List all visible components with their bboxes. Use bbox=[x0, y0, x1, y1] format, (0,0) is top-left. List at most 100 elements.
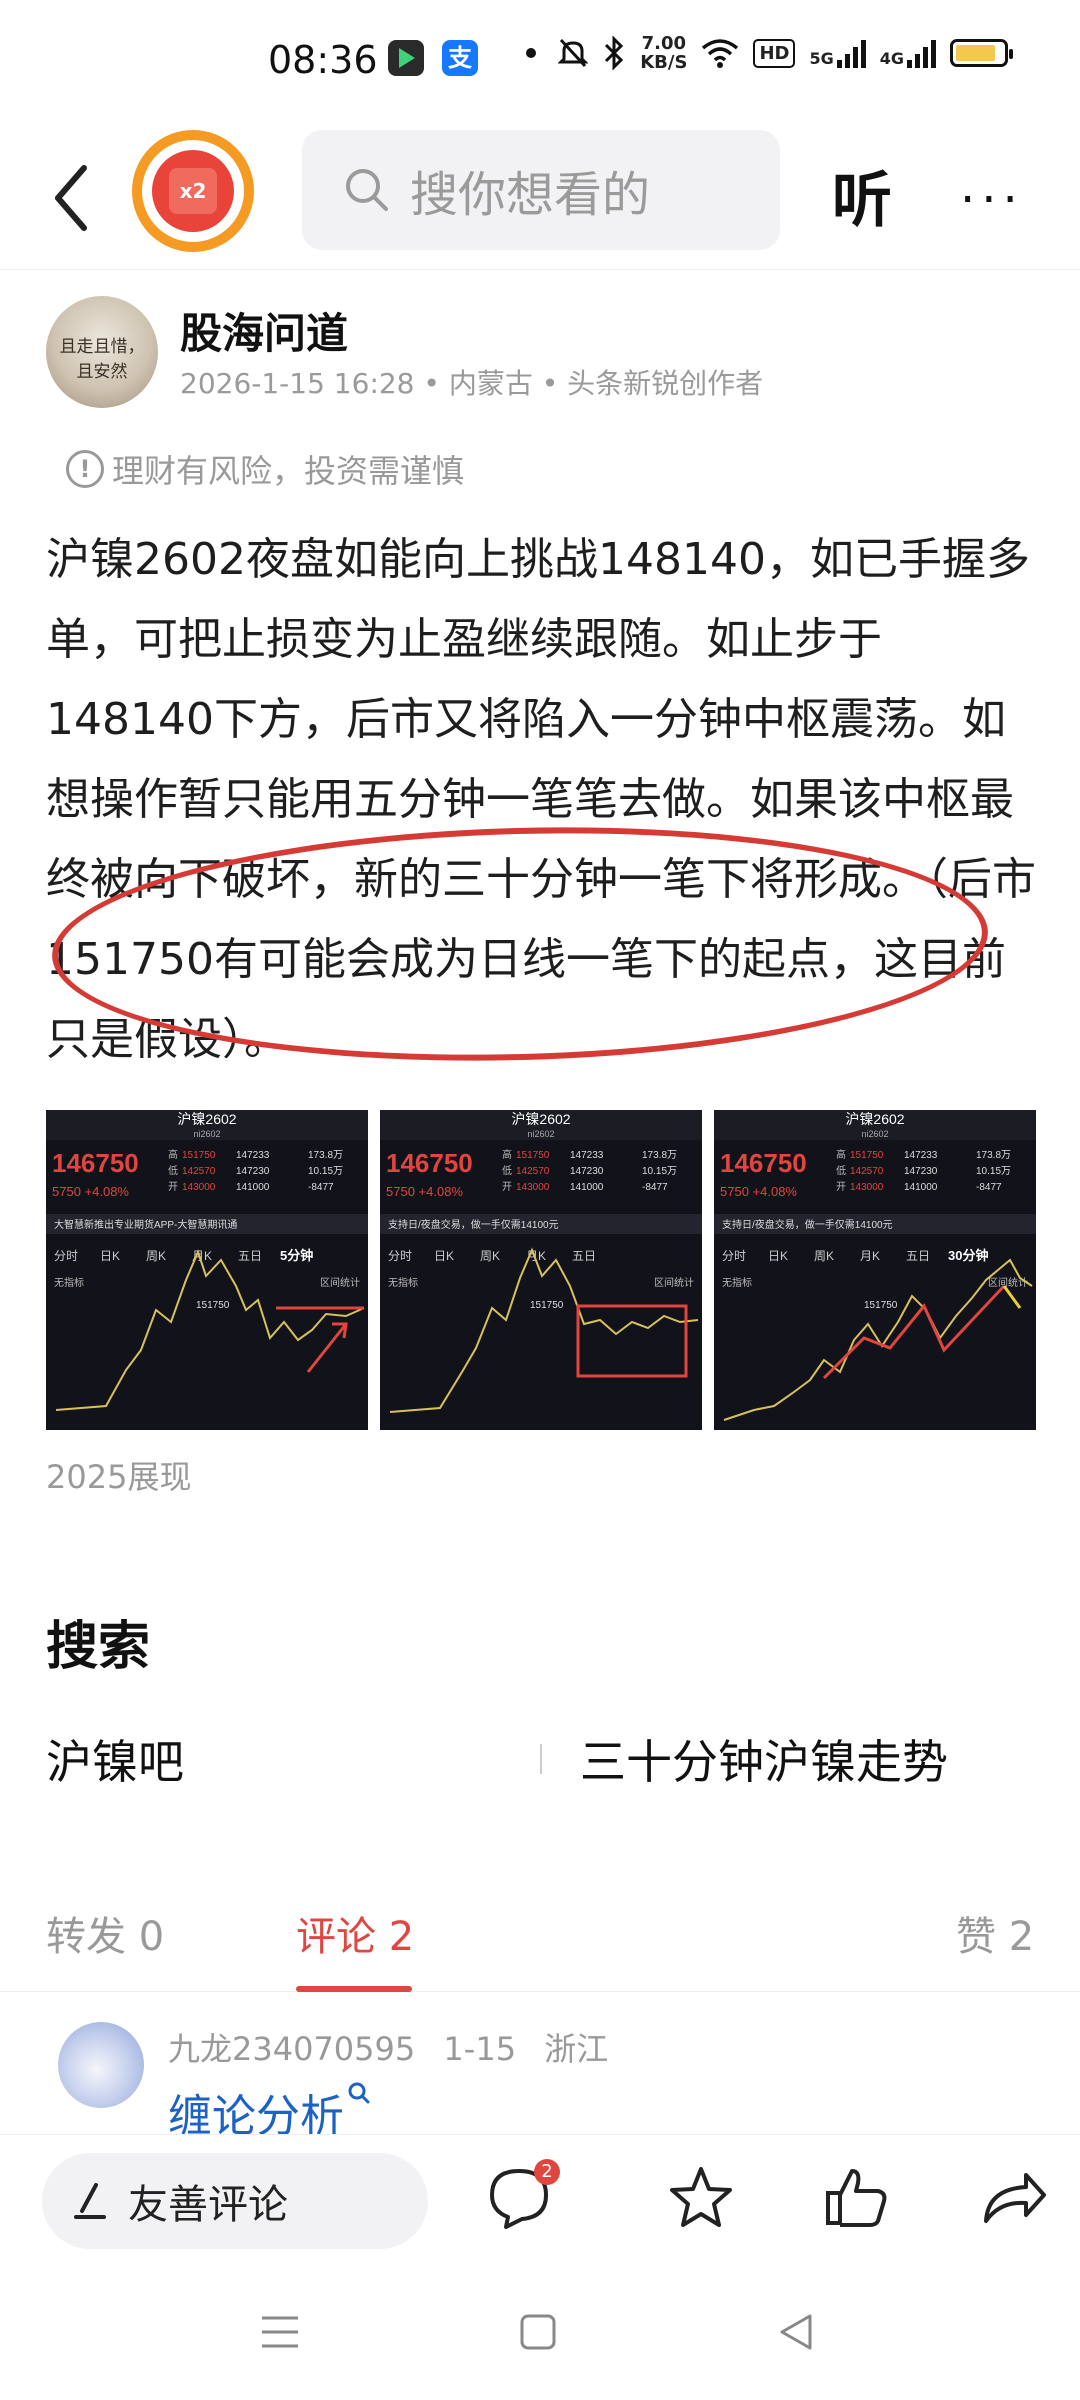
chart-stat-label: 低 bbox=[168, 1164, 178, 1177]
signal-4g-label: 4G bbox=[879, 49, 904, 68]
search-placeholder: 搜你想看的 bbox=[410, 167, 651, 223]
chart-price-line bbox=[55, 1249, 365, 1411]
signal-4g-icon: 4G bbox=[880, 38, 936, 68]
chart-change: 5750 +4.08% bbox=[720, 1184, 797, 1199]
chart-thumbnail[interactable]: 沪镍2602 ni2602 146750 5750 +4.08% 高 151750 1472… bbox=[46, 1110, 368, 1430]
active-tab-indicator bbox=[296, 1986, 412, 1992]
hd-icon: HD bbox=[753, 38, 796, 68]
related-search-link[interactable]: 三十分钟沪镍走势 bbox=[580, 1726, 948, 1792]
chart-symbol-title: 沪镍2602 bbox=[177, 1111, 236, 1127]
network-speed-unit: KB/S bbox=[640, 52, 688, 73]
reward-coin-button[interactable]: x2 bbox=[132, 130, 254, 252]
chart-period-tab: 周K bbox=[814, 1249, 834, 1263]
share-arrow-icon[interactable] bbox=[978, 2163, 1048, 2233]
menu-icon[interactable] bbox=[258, 2312, 302, 2352]
comment-count-badge: 2 bbox=[534, 2159, 560, 2185]
comment-input-placeholder: 友善评论 bbox=[128, 2182, 288, 2228]
chart-active-period: 30分钟 bbox=[948, 1248, 988, 1263]
related-search-title: 搜索 bbox=[46, 1617, 151, 1677]
chart-active-period: 5分钟 bbox=[280, 1248, 313, 1263]
signal-5g-label: 5G bbox=[809, 49, 834, 68]
chart-peak-label: 151750 bbox=[864, 1300, 898, 1311]
chart-stat-value: 143000 bbox=[182, 1182, 216, 1193]
chart-stats-label: 区间统计 bbox=[320, 1276, 360, 1289]
chart-stat-value: 147230 bbox=[904, 1166, 938, 1177]
multiplier-badge: x2 bbox=[169, 168, 217, 214]
chart-period-tab: 五日 bbox=[572, 1249, 596, 1263]
search-input[interactable]: 搜你想看的 bbox=[302, 130, 780, 250]
status-bar: 08:36 支 7.00 KB/S HD 5G 4G bbox=[0, 0, 1080, 130]
author-avatar[interactable]: 且走且惜，且安然 bbox=[46, 296, 158, 408]
chart-symbol-code: ni2602 bbox=[527, 1129, 554, 1139]
chart-period-tab: 分时 bbox=[54, 1249, 78, 1263]
image-caption: 2025展现 bbox=[46, 1458, 192, 1496]
chart-price-line bbox=[723, 1258, 1033, 1421]
system-nav-bar bbox=[0, 2270, 1080, 2400]
mute-bell-icon bbox=[558, 38, 589, 68]
tab-repost[interactable]: 转发 0 bbox=[46, 1904, 164, 1962]
back-icon[interactable] bbox=[776, 2312, 816, 2352]
chart-indicator-label: 无指标 bbox=[54, 1276, 84, 1289]
comment-date: 1-15 bbox=[443, 2030, 517, 2068]
network-speed: 7.00 KB/S bbox=[640, 34, 687, 72]
exclamation-icon: ! bbox=[66, 450, 104, 488]
tab-like[interactable]: 赞 2 bbox=[956, 1904, 1034, 1962]
chart-stat-value: 173.8万 bbox=[976, 1150, 1011, 1161]
chart-period-tab: 五日 bbox=[906, 1249, 930, 1263]
like-thumb-icon[interactable] bbox=[822, 2163, 892, 2233]
search-link-icon bbox=[348, 2082, 370, 2104]
chart-banner-text: 支持日/夜盘交易，做一手仅需14100元 bbox=[388, 1218, 559, 1231]
comment-region: 浙江 bbox=[544, 2030, 609, 2068]
chart-stat-value: -8477 bbox=[308, 1182, 334, 1193]
chart-period-tab: 分时 bbox=[722, 1249, 746, 1263]
more-options-button[interactable]: ··· bbox=[960, 172, 1024, 228]
chart-stat-label: 高 bbox=[168, 1148, 178, 1161]
stock-chart-screenshot: 沪镍2602 ni2602 146750 5750 +4.08% 高 151750 1472… bbox=[46, 1110, 368, 1411]
chart-thumbnail[interactable]: 沪镍2602 ni2602 146750 5750 +4.08% 高 151750 1472… bbox=[714, 1110, 1036, 1430]
video-app-icon bbox=[388, 40, 424, 76]
favorite-star-icon[interactable] bbox=[666, 2163, 736, 2233]
tab-comment[interactable]: 评论 2 bbox=[296, 1904, 414, 1962]
red-arrow-annotation bbox=[306, 1322, 348, 1373]
chart-stats-label: 区间统计 bbox=[988, 1276, 1028, 1289]
chart-stat-value: 147230 bbox=[236, 1166, 270, 1177]
home-icon[interactable] bbox=[518, 2312, 558, 2352]
notification-dot-icon bbox=[526, 48, 537, 58]
chart-stats-label: 区间统计 bbox=[654, 1276, 694, 1289]
chart-period-tab: 周K bbox=[480, 1249, 500, 1263]
network-speed-value: 7.00 bbox=[641, 33, 687, 54]
red-arrow-annotation bbox=[822, 1284, 1006, 1380]
search-icon bbox=[346, 169, 388, 211]
chart-stat-label: 开 bbox=[168, 1182, 178, 1193]
chart-thumbnail[interactable]: 沪镍2602 ni2602 146750 5750 +4.08% 高 151750 1472… bbox=[380, 1110, 702, 1430]
interaction-tabs: 转发 0 评论 2 赞 2 bbox=[0, 1880, 1080, 1992]
chart-stat-value: 143000 bbox=[850, 1182, 884, 1193]
chart-peak-label: 151750 bbox=[196, 1300, 230, 1311]
author-name[interactable]: 股海问道 bbox=[180, 300, 348, 361]
chart-symbol-code: ni2602 bbox=[861, 1129, 888, 1139]
listen-button[interactable]: 听 bbox=[832, 152, 892, 239]
stock-chart-screenshot: 沪镍2602 ni2602 146750 5750 +4.08% 高 151750 1472… bbox=[380, 1110, 702, 1413]
chart-stat-value: 141000 bbox=[236, 1182, 270, 1193]
chart-stat-value: 141000 bbox=[570, 1182, 604, 1193]
author-meta: 2026-1-15 16:28 • 内蒙古 • 头条新锐创作者 bbox=[180, 367, 764, 400]
chart-indicator-label: 无指标 bbox=[388, 1276, 418, 1289]
back-arrow-icon[interactable] bbox=[40, 158, 110, 238]
red-envelope-icon: x2 bbox=[152, 150, 234, 232]
chart-stat-value: 10.15万 bbox=[308, 1166, 343, 1177]
stock-chart-screenshot: 沪镍2602 ni2602 146750 5750 +4.08% 高 151750 1472… bbox=[714, 1110, 1036, 1421]
chart-stat-value: 151750 bbox=[516, 1150, 550, 1161]
chart-stat-value: 151750 bbox=[182, 1150, 216, 1161]
commenter-avatar[interactable] bbox=[58, 2022, 144, 2108]
related-search-link[interactable]: 沪镍吧 bbox=[46, 1726, 184, 1792]
chart-change: 5750 +4.08% bbox=[52, 1184, 129, 1199]
status-app-icons: 支 bbox=[388, 40, 478, 76]
chart-symbol-title: 沪镍2602 bbox=[845, 1111, 904, 1127]
chart-stat-value: 173.8万 bbox=[642, 1150, 677, 1161]
comment-input[interactable]: 友善评论 bbox=[42, 2153, 428, 2249]
commenter-name[interactable]: 九龙234070595 bbox=[168, 2030, 415, 2068]
chart-price: 146750 bbox=[52, 1148, 139, 1178]
chart-stat-value: -8477 bbox=[642, 1182, 668, 1193]
bluetooth-icon bbox=[605, 36, 624, 70]
chart-symbol-title: 沪镍2602 bbox=[511, 1111, 570, 1127]
